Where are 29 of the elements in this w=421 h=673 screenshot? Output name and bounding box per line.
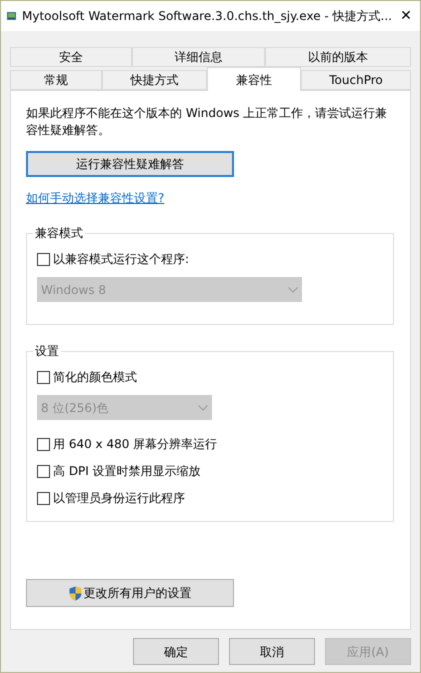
tab[interactable]: 常规 bbox=[10, 70, 102, 90]
checkbox[interactable] bbox=[37, 464, 50, 478]
tab[interactable]: 兼容性 bbox=[207, 67, 301, 91]
close-button[interactable]: ✕ bbox=[392, 2, 420, 30]
checkbox-label: 以管理员身份运行此程序 bbox=[53, 490, 185, 507]
tab[interactable]: 安全 bbox=[10, 47, 132, 67]
app-icon bbox=[7, 9, 16, 23]
checkbox-label: 以兼容模式运行这个程序: bbox=[53, 251, 190, 268]
checkbox-label: 用 640 x 480 屏幕分辨率运行 bbox=[53, 436, 218, 453]
dialog-button[interactable]: 取消 bbox=[229, 638, 315, 665]
checkbox-label: 高 DPI 设置时禁用显示缩放 bbox=[53, 463, 201, 480]
checkbox[interactable] bbox=[37, 370, 50, 384]
help-link[interactable]: 如何手动选择兼容性设置? bbox=[26, 189, 164, 207]
all-users-settings-button[interactable]: 更改所有用户的设置 bbox=[26, 579, 234, 607]
shield-icon bbox=[68, 586, 82, 600]
tab[interactable]: 快捷方式 bbox=[102, 70, 207, 90]
checkbox[interactable] bbox=[37, 492, 50, 504]
intro-text: 如果此程序不能在这个版本的 Windows 上正常工作，请尝试运行兼容性疑难解答。 bbox=[26, 105, 388, 139]
tab[interactable]: 详细信息 bbox=[132, 47, 265, 67]
dialog-button[interactable]: 确定 bbox=[133, 638, 219, 665]
checkbox[interactable] bbox=[37, 438, 50, 450]
checkbox-label: 简化的颜色模式 bbox=[53, 369, 137, 386]
window-title: Mytoolsoft Watermark Software.3.0.chs.th_sjy.exe - 快捷方式... bbox=[22, 8, 392, 25]
chevron-down-icon bbox=[288, 286, 298, 292]
tab[interactable]: 以前的版本 bbox=[265, 47, 411, 67]
checkbox[interactable] bbox=[37, 252, 50, 266]
troubleshoot-button[interactable]: 运行兼容性疑难解答 bbox=[26, 151, 234, 177]
chevron-down-icon bbox=[198, 404, 208, 410]
tab[interactable]: TouchPro bbox=[301, 70, 411, 90]
